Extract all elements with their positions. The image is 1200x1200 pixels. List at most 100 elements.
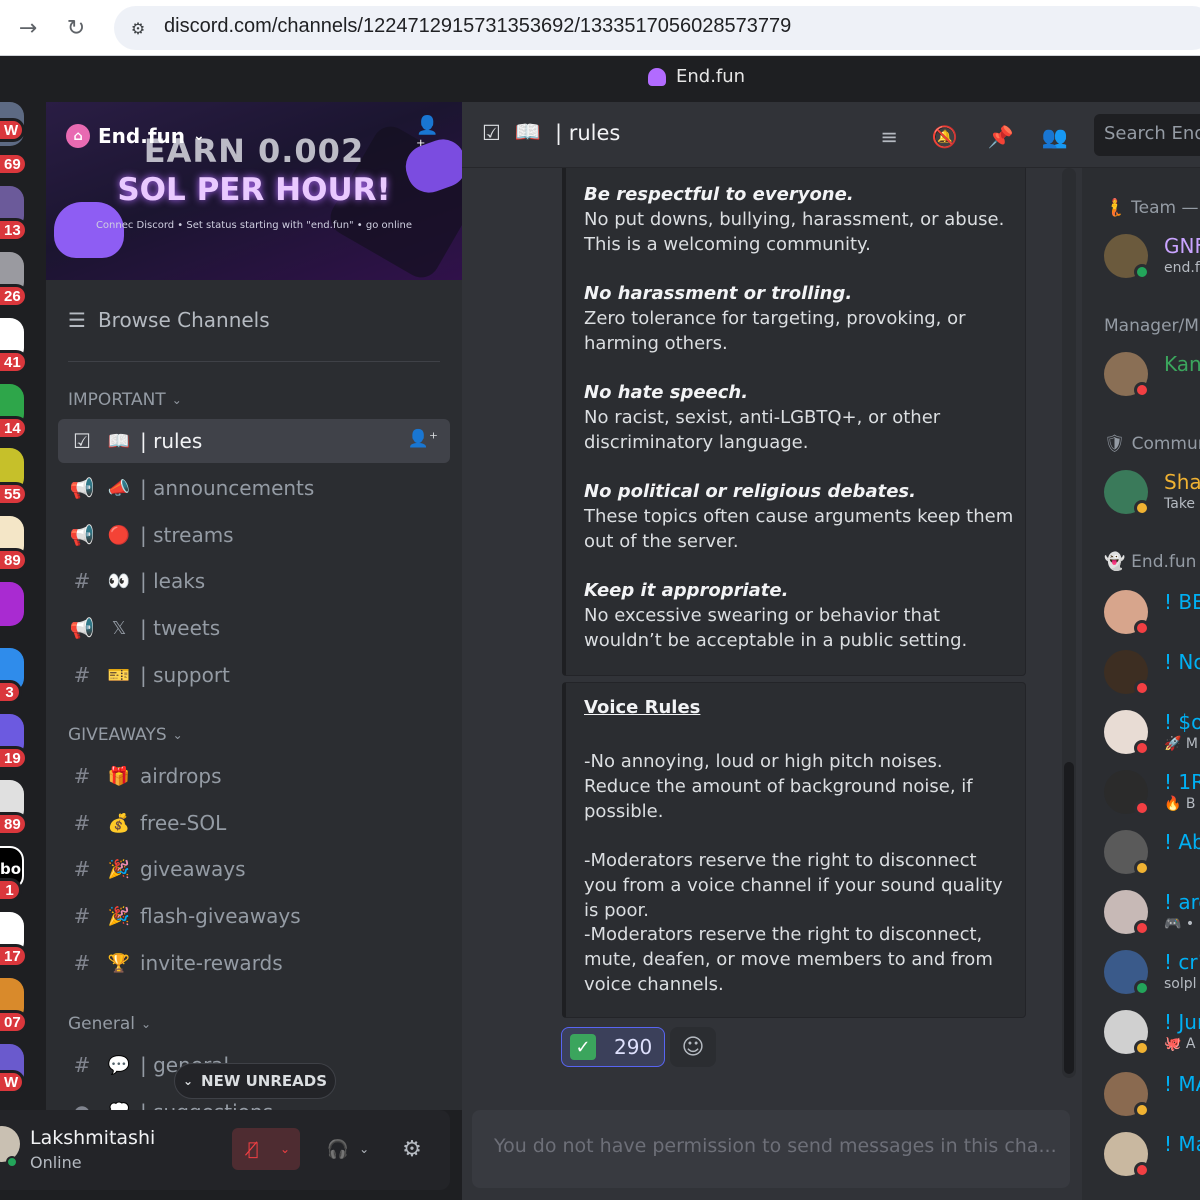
- channel-flash-giveaways[interactable]: # 🎉 flash-giveaways: [58, 894, 450, 938]
- channel-support[interactable]: # 🎫 | support: [58, 653, 450, 697]
- invite-to-channel-icon[interactable]: 👤⁺: [408, 429, 438, 449]
- text-channel-icon: #: [73, 1053, 91, 1077]
- member-item[interactable]: GNF end.f: [1104, 228, 1200, 284]
- member-item[interactable]: Kan: [1104, 346, 1200, 402]
- forward-icon[interactable]: →: [10, 10, 46, 46]
- members-icon[interactable]: 👥: [1040, 122, 1070, 152]
- member-activity: Take: [1164, 496, 1196, 512]
- rule-body: These topics often cause arguments keep …: [584, 506, 1014, 552]
- reaction-button[interactable]: ✓ 290: [561, 1027, 665, 1067]
- member-item[interactable]: ! Ma: [1104, 1126, 1200, 1182]
- site-info-icon[interactable]: ⚙: [126, 16, 150, 40]
- channel-airdrops[interactable]: # 🎁 airdrops: [58, 754, 450, 798]
- member-item[interactable]: ! MA: [1104, 1066, 1200, 1122]
- channel-invite-rewards[interactable]: # 🏆 invite-rewards: [58, 941, 450, 985]
- member-item[interactable]: ! 1R 🔥 B: [1104, 764, 1200, 820]
- banner-subtext: Connec Discord • Set status starting wit…: [95, 220, 413, 231]
- chevron-down-icon: ⌄: [141, 1017, 152, 1031]
- member-item[interactable]: ! BE: [1104, 584, 1200, 640]
- announcement-channel-icon: 📢: [69, 616, 95, 640]
- divider: [68, 361, 440, 362]
- rule-item: No hate speech. No racist, sexist, anti-…: [584, 380, 1014, 455]
- channel-sidebar: EARN 0.002 SOL PER HOUR! Connec Discord …: [46, 102, 462, 1110]
- notification-bell-icon[interactable]: 🔕: [930, 122, 960, 152]
- channel-giveaways[interactable]: # 🎉 giveaways: [58, 847, 450, 891]
- invite-people-icon[interactable]: 👤⁺: [416, 115, 444, 157]
- server-name-dropdown[interactable]: ⌂ End.fun ⌄: [66, 124, 205, 148]
- rule-item: No political or religious debates. These…: [584, 479, 1014, 554]
- add-reaction-icon[interactable]: ☺: [670, 1027, 716, 1067]
- shield-icon: 🛡: [1104, 434, 1126, 454]
- channel-free-sol[interactable]: # 💰 free-SOL: [58, 801, 450, 845]
- member-name: ! Ma: [1164, 1132, 1200, 1156]
- category-label: GIVEAWAYS: [68, 725, 167, 745]
- member-group-header: 🧜 Team —: [1104, 198, 1199, 218]
- status-icon: [1134, 382, 1150, 398]
- new-unreads-button[interactable]: ⌄ NEW UNREADS: [174, 1063, 336, 1099]
- unread-badge: 89: [0, 812, 28, 836]
- user-status: Online: [30, 1153, 82, 1172]
- channel-streams[interactable]: 📢 🔴 | streams: [58, 513, 450, 557]
- server-icon[interactable]: [0, 582, 24, 626]
- gift-icon: 🎁: [107, 765, 131, 787]
- announcement-channel-icon: 📢: [69, 523, 95, 547]
- channel-title: | rules: [554, 120, 621, 145]
- pin-icon[interactable]: 📌: [986, 122, 1016, 152]
- chevron-down-icon[interactable]: ⌄: [359, 1142, 369, 1156]
- text-channel-icon: #: [73, 569, 91, 593]
- category-label: IMPORTANT: [68, 390, 166, 410]
- text-channel-icon: #: [73, 811, 91, 835]
- member-name: ! BE: [1164, 590, 1200, 614]
- threads-icon[interactable]: ≡: [874, 122, 904, 152]
- channel-tweets[interactable]: 📢 𝕏 | tweets: [58, 606, 450, 650]
- list-search-icon: ☰: [68, 308, 86, 332]
- url-text[interactable]: discord.com/channels/1224712915731353692…: [164, 15, 791, 38]
- unread-badge: 1: [0, 878, 22, 902]
- reload-icon[interactable]: ↻: [58, 10, 94, 46]
- rule-title: No hate speech.: [584, 382, 749, 403]
- channel-announcements[interactable]: 📢 📣 | announcements: [58, 466, 450, 510]
- unread-badge: 55: [0, 482, 28, 506]
- status-icon: [1134, 980, 1150, 996]
- channel-leaks[interactable]: # 👀 | leaks: [58, 559, 450, 603]
- ghost-icon: [648, 67, 666, 86]
- channel-header: ☑ 📖 | rules: [462, 102, 1200, 168]
- status-icon: [1134, 680, 1150, 696]
- member-item[interactable]: ! $o 🚀 M: [1104, 704, 1200, 760]
- rule-body: No put downs, bullying, harassment, or a…: [584, 209, 1005, 255]
- member-item[interactable]: Sha Take: [1104, 464, 1200, 520]
- forum-channel-icon: ●: [68, 1100, 96, 1110]
- member-item[interactable]: ! Jur 🐙 A: [1104, 1004, 1200, 1060]
- member-list: 🧜 Team — GNF end.f Manager/M Kan 🛡 Commu…: [1082, 168, 1200, 1200]
- browse-channels-button[interactable]: ☰ Browse Channels: [68, 308, 270, 332]
- ticket-icon: 🎫: [107, 664, 131, 686]
- category-giveaways[interactable]: GIVEAWAYS ⌄: [68, 725, 183, 745]
- member-item[interactable]: ! are 🎮 •: [1104, 884, 1200, 940]
- voice-rule: -No annoying, loud or high pitch noises.…: [584, 751, 973, 822]
- rule-title: No political or religious debates.: [584, 481, 916, 502]
- scrollbar-thumb[interactable]: [1064, 762, 1074, 1074]
- status-icon: [1134, 1162, 1150, 1178]
- member-item[interactable]: ! Ab: [1104, 824, 1200, 880]
- member-item[interactable]: ! cr1 solpl: [1104, 944, 1200, 1000]
- member-name: Kan: [1164, 352, 1200, 376]
- unread-badge: 07: [0, 1010, 28, 1034]
- gear-icon[interactable]: ⚙: [392, 1128, 432, 1170]
- rule-title: Keep it appropriate.: [584, 580, 789, 601]
- search-input[interactable]: Search End.fun: [1094, 114, 1200, 156]
- rule-item: No harassment or trolling. Zero toleranc…: [584, 281, 1014, 356]
- message-input[interactable]: You do not have permission to send messa…: [472, 1110, 1070, 1188]
- deafen-button[interactable]: 🎧 ⌄: [316, 1128, 380, 1170]
- category-general[interactable]: General ⌄: [68, 1014, 151, 1034]
- channel-rules[interactable]: ☑ 📖 | rules 👤⁺: [58, 419, 450, 463]
- member-name: ! Jur: [1164, 1010, 1200, 1034]
- member-item[interactable]: ! No: [1104, 644, 1200, 700]
- status-icon: [1134, 800, 1150, 816]
- online-status-icon: [6, 1156, 18, 1168]
- category-important[interactable]: IMPORTANT ⌄: [68, 390, 182, 410]
- address-bar[interactable]: ⚙ discord.com/channels/12247129157313536…: [114, 6, 1200, 50]
- mute-button[interactable]: 🎙̸ ⌄: [232, 1128, 300, 1170]
- status-icon: [1134, 264, 1150, 280]
- chevron-down-icon[interactable]: ⌄: [274, 1142, 296, 1156]
- username[interactable]: Lakshmitashi: [30, 1127, 155, 1149]
